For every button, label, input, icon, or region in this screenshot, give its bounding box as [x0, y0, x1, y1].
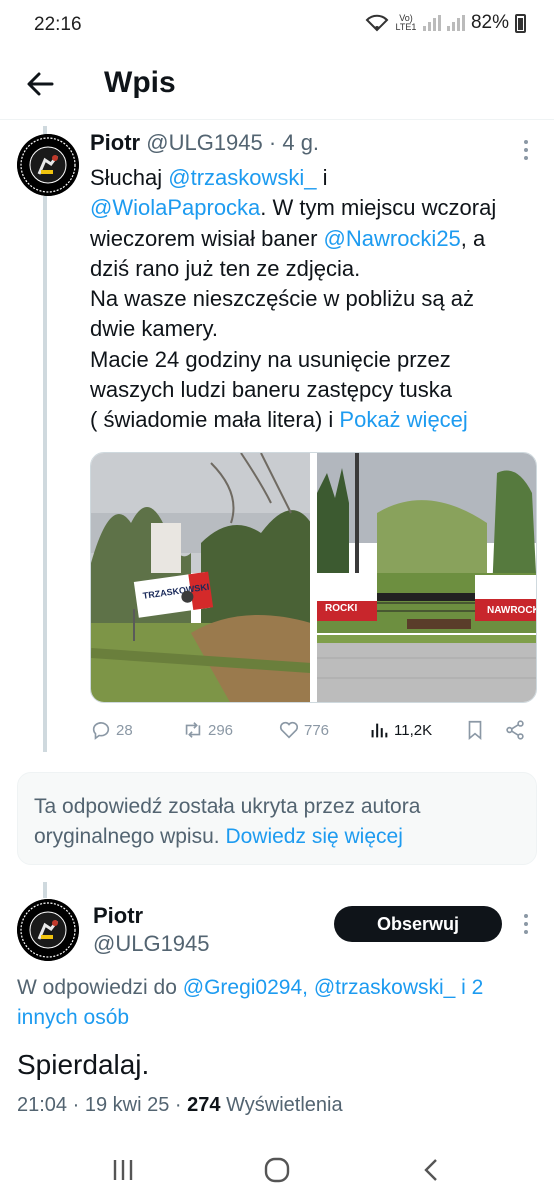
tweet-text-fragment: ( świadomie mała litera) i	[90, 407, 340, 433]
status-time: 22:16	[34, 14, 82, 35]
photo-2-image: ROCKI NAWROCKI	[317, 453, 536, 702]
views-icon	[371, 723, 388, 738]
replying-to-prefix: W odpowiedzi do	[17, 976, 183, 999]
reply-time[interactable]: 21:04	[17, 1094, 67, 1116]
hidden-reply-notice: Ta odpowiedź została ukryta przez autora…	[17, 772, 537, 865]
banner-text: NAWROCKI	[487, 605, 536, 616]
reply-views-label: Wyświetlenia	[226, 1094, 343, 1116]
tweet-text-line: waszych ludzi baneru zastępcy tuska	[90, 377, 452, 403]
reply-date[interactable]: 19 kwi 25	[85, 1094, 170, 1116]
system-back-button[interactable]	[414, 1152, 450, 1188]
thread-line	[43, 882, 47, 898]
repost-icon	[185, 722, 201, 738]
tweet-text-line: Na wasze nieszczęście w pobliżu są aż	[90, 286, 474, 312]
show-more-link[interactable]: Pokaż więcej	[339, 407, 467, 432]
like-count: 776	[304, 721, 330, 739]
replying-to: W odpowiedzi do @Gregi0294, @trzaskowski…	[17, 973, 542, 1033]
mention-link[interactable]: @Nawrocki25	[324, 226, 461, 251]
photo-1-image: TRZASKOWSKI	[91, 453, 310, 702]
views-count: 11,2K	[394, 721, 433, 739]
avatar[interactable]	[17, 899, 79, 961]
battery-percent: 82%	[470, 12, 509, 33]
tweet-header: Piotr @ULG1945 · 4 g.	[90, 130, 319, 156]
bookmark-icon	[468, 720, 482, 741]
tweet-media: TRZASKOWSKI ROCKI NAWROCKI	[90, 452, 537, 703]
share-icon	[506, 720, 524, 740]
reply-button[interactable]: 28	[90, 716, 133, 744]
photo-1[interactable]: TRZASKOWSKI	[91, 453, 310, 702]
home-button[interactable]	[259, 1152, 295, 1188]
wifi-icon	[365, 14, 389, 32]
recent-apps-icon	[113, 1160, 133, 1180]
chevron-left-icon	[424, 1159, 437, 1181]
like-button[interactable]: 776	[278, 716, 329, 744]
tweet-actions: 28 296 776 11,2K	[90, 716, 530, 744]
mention-link[interactable]: @trzaskowski_	[168, 165, 316, 190]
reply-author-handle[interactable]: @ULG1945	[93, 931, 210, 957]
avatar-image	[17, 134, 79, 196]
signal-2-icon	[446, 15, 465, 31]
avatar-image	[17, 899, 79, 961]
heart-icon	[279, 721, 299, 739]
status-icons: Vo) LTE1 82%	[365, 12, 526, 34]
back-button[interactable]	[22, 66, 58, 102]
tweet-text-fragment: . W tym miejscu wczoraj	[260, 195, 497, 221]
more-options-button[interactable]	[516, 138, 536, 162]
share-button[interactable]	[504, 716, 526, 744]
bookmark-button[interactable]	[464, 716, 486, 744]
views-button[interactable]: 11,2K	[368, 716, 432, 744]
volte-label: Vo) LTE1	[395, 13, 417, 32]
status-bar: 22:16 Vo) LTE1 82%	[0, 0, 554, 52]
reply-icon	[92, 722, 110, 740]
tweet-text-fragment: i	[316, 165, 328, 190]
reply-meta: 21:04 · 19 kwi 25 · 274 Wyświetlenia	[17, 1094, 343, 1117]
tweet-text-fragment: Słuchaj	[90, 165, 169, 190]
tweet-text-line: dwie kamery.	[90, 316, 218, 342]
system-nav-bar	[0, 1140, 554, 1200]
app-header: Wpis	[0, 52, 554, 120]
follow-button[interactable]: Obserwuj	[334, 906, 502, 942]
tweet-age: 4 g.	[282, 130, 320, 155]
learn-more-link[interactable]: Dowiedz się więcej	[225, 825, 402, 848]
more-vertical-icon	[524, 914, 528, 934]
tweet-text-line: Macie 24 godziny na usunięcie przez	[90, 346, 451, 372]
photo-2[interactable]: ROCKI NAWROCKI	[317, 453, 536, 702]
more-vertical-icon	[524, 140, 528, 160]
separator: ·	[72, 1094, 80, 1116]
reply-more-options-button[interactable]	[516, 912, 536, 936]
avatar[interactable]	[17, 134, 79, 196]
tweet-text-line: dziś rano już ten ze zdjęcia.	[90, 255, 361, 281]
reply-text: Spierdalaj.	[17, 1049, 150, 1080]
battery-icon	[515, 13, 526, 33]
thread-line	[43, 196, 47, 752]
tweet-text-fragment: , a	[460, 225, 486, 251]
reply-views-count: 274	[187, 1094, 221, 1116]
recent-apps-button[interactable]	[105, 1152, 141, 1188]
separator: ·	[174, 1094, 182, 1116]
banner-text: ROCKI	[325, 603, 357, 614]
page-title: Wpis	[104, 66, 176, 99]
author-handle[interactable]: @ULG1945	[146, 130, 263, 155]
separator: ·	[268, 130, 277, 155]
repost-count: 296	[208, 721, 234, 739]
tweet-text-fragment: wieczorem wisiał baner	[90, 225, 324, 251]
author-name[interactable]: Piotr	[90, 130, 140, 155]
reply-count: 28	[116, 721, 133, 739]
home-icon	[264, 1157, 290, 1183]
mention-link[interactable]: @WiolaPaprocka	[90, 195, 260, 220]
tweet-text: Słuchaj @trzaskowski_ i @WiolaPaprocka. …	[90, 163, 540, 436]
arrow-left-icon	[27, 72, 54, 96]
signal-1-icon	[422, 15, 441, 31]
repost-button[interactable]: 296	[182, 716, 233, 744]
reply-author-name[interactable]: Piotr	[93, 903, 143, 929]
